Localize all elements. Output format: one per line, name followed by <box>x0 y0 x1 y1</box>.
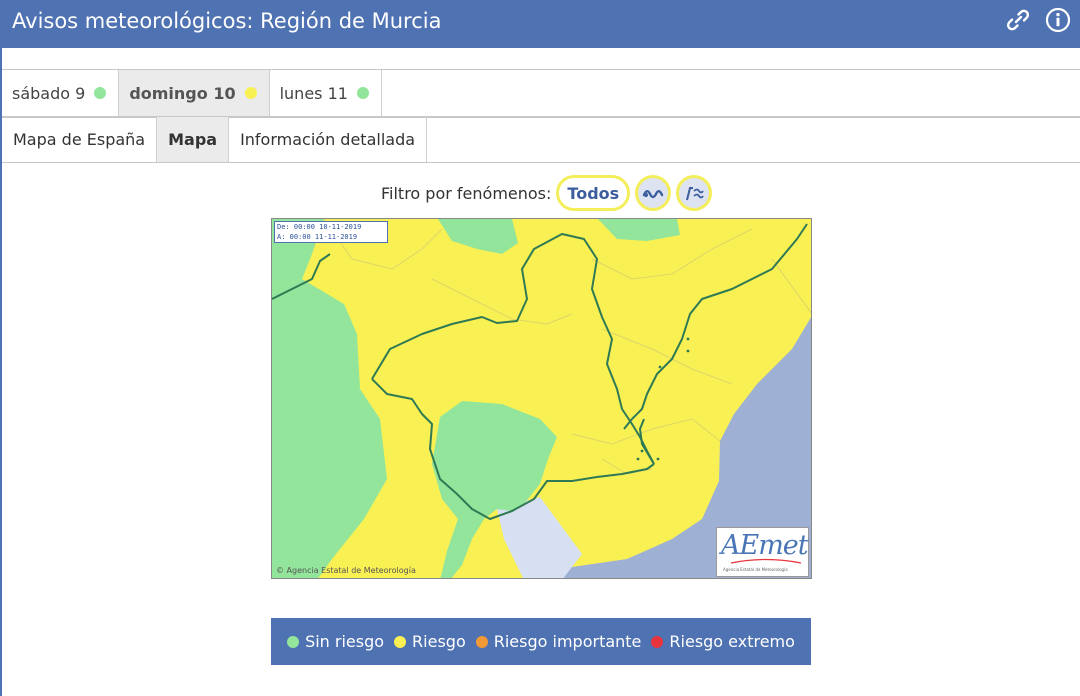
legend-dot <box>475 635 488 648</box>
day-tab-label: lunes 11 <box>279 83 348 103</box>
page-title: Avisos meteorológicos: Región de Murcia <box>12 9 442 33</box>
status-dot-yellow <box>244 87 257 99</box>
legend-item-no-risk: Sin riesgo <box>287 632 384 651</box>
phenomena-filter: Filtro por fenómenos: Todos <box>381 175 717 211</box>
storm-icon[interactable] <box>676 175 713 211</box>
day-tab-label: sábado 9 <box>12 83 86 103</box>
day-tab-monday[interactable]: lunes 11 <box>270 70 382 116</box>
legend-dot <box>394 635 407 648</box>
region-map <box>272 219 811 578</box>
coastal-waves-icon[interactable] <box>635 175 672 211</box>
legend-dot <box>651 635 664 648</box>
legend-label: Riesgo importante <box>493 632 642 651</box>
tab-spain-map[interactable]: Mapa de España <box>2 117 158 162</box>
filter-all-button[interactable]: Todos <box>556 175 631 211</box>
legend-label: Riesgo <box>412 632 466 651</box>
day-tab-saturday[interactable]: sábado 9 <box>2 70 120 116</box>
legend-item-risk: Riesgo <box>394 632 466 651</box>
legend-label: Riesgo extremo <box>669 632 795 651</box>
tab-detailed-info[interactable]: Información detallada <box>229 117 428 162</box>
status-dot-green <box>94 87 107 99</box>
app-header: Avisos meteorológicos: Región de Murcia <box>0 0 1080 48</box>
tab-map[interactable]: Mapa <box>157 117 230 162</box>
aemet-logo: AEmet Agencia Estatal de Meteorología <box>716 527 809 577</box>
legend-item-important-risk: Riesgo importante <box>475 632 642 651</box>
risk-legend: Sin riesgo Riesgo Riesgo importante Ries… <box>271 618 811 665</box>
status-dot-green <box>356 87 369 99</box>
day-tab-sunday[interactable]: domingo 10 <box>119 70 270 116</box>
info-icon[interactable] <box>1045 7 1071 33</box>
aemet-logo-subtext: Agencia Estatal de Meteorología <box>723 567 788 572</box>
divider <box>2 162 1080 163</box>
logo-swoosh-icon <box>731 558 801 564</box>
legend-dot <box>287 635 300 648</box>
legend-label: Sin riesgo <box>305 632 385 651</box>
warning-map[interactable]: De: 00:00 10-11-2019 A: 00:00 11-11-2019… <box>271 218 812 579</box>
legend-item-extreme-risk: Riesgo extremo <box>651 632 795 651</box>
date-to: A: 00:00 11-11-2019 <box>277 233 358 241</box>
map-copyright: © Agencia Estatal de Meteorología <box>276 566 416 575</box>
validity-date-box: De: 00:00 10-11-2019 A: 00:00 11-11-2019 <box>274 221 388 243</box>
filter-label: Filtro por fenómenos: <box>381 183 552 203</box>
day-tab-label: domingo 10 <box>129 83 236 103</box>
day-tabs: sábado 9 domingo 10 lunes 11 <box>2 70 382 116</box>
aemet-logo-text: AEmet <box>721 530 809 561</box>
link-icon[interactable] <box>1005 7 1031 33</box>
date-from: De: 00:00 10-11-2019 <box>277 223 362 231</box>
view-tabs: Mapa de España Mapa Información detallad… <box>2 117 428 162</box>
